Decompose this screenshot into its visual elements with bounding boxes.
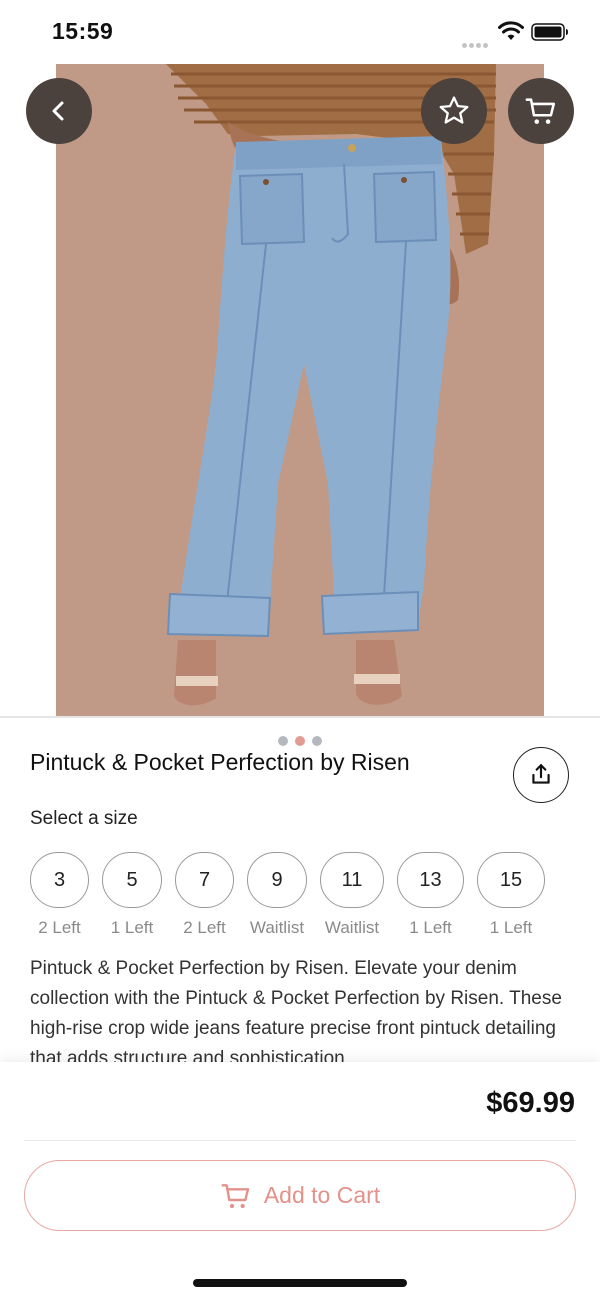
size-option-3[interactable]: 3: [30, 852, 89, 908]
product-title: Pintuck & Pocket Perfection by Risen: [30, 749, 410, 775]
size-option-15[interactable]: 15: [477, 852, 545, 908]
divider: [24, 1140, 576, 1141]
product-price: $69.99: [486, 1087, 575, 1119]
size-option-5[interactable]: 5: [102, 852, 162, 908]
battery-icon: [531, 23, 568, 41]
size-section-label: Select a size: [30, 808, 138, 829]
pager-dot[interactable]: [278, 736, 288, 746]
status-time: 15:59: [52, 18, 114, 44]
add-to-cart-label: Add to Cart: [263, 1182, 381, 1208]
size-availability: 2 Left: [183, 918, 226, 937]
size-availability: 2 Left: [38, 918, 81, 937]
status-bar: 15:59: [0, 0, 600, 64]
size-option-11[interactable]: 11: [320, 852, 384, 908]
size-option-13[interactable]: 13: [397, 852, 464, 908]
home-indicator[interactable]: [193, 1279, 407, 1287]
star-icon: [439, 96, 469, 124]
cart-icon: [221, 1183, 250, 1208]
size-availability: 1 Left: [489, 918, 533, 937]
add-to-cart-button[interactable]: Add to Cart: [24, 1160, 576, 1231]
chevron-left-icon: [52, 101, 64, 121]
size-availability: Waitlist: [324, 918, 380, 937]
pager-dot[interactable]: [312, 736, 322, 746]
size-option-7[interactable]: 7: [175, 852, 234, 908]
cart-icon: [525, 98, 556, 124]
favorite-button[interactable]: [421, 78, 487, 144]
share-icon: [532, 764, 550, 784]
size-availability: 1 Left: [110, 918, 154, 937]
back-button[interactable]: [26, 78, 92, 144]
product-description: Pintuck & Pocket Perfection by Risen. El…: [30, 958, 562, 1062]
size-option-9[interactable]: 9: [247, 852, 307, 908]
divider: [0, 716, 600, 718]
wifi-icon: [498, 21, 524, 40]
product-image: [56, 64, 544, 716]
size-availability: 1 Left: [409, 918, 452, 937]
pager-dot-active[interactable]: [295, 736, 305, 746]
product-image-carousel[interactable]: [0, 64, 600, 756]
share-button[interactable]: [513, 747, 569, 803]
size-availability: Waitlist: [249, 918, 305, 937]
signal-dots-icon: [462, 35, 490, 48]
cart-button[interactable]: [508, 78, 574, 144]
